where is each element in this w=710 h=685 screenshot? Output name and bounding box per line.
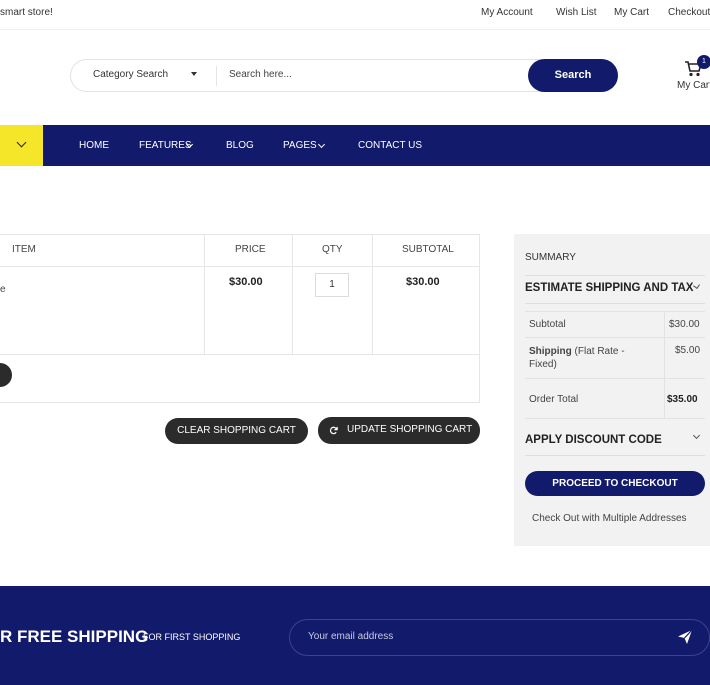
column-header-item: ITEM: [12, 244, 36, 255]
update-cart-label: UPDATE SHOPPING CART: [347, 424, 473, 435]
cart-table: [0, 234, 480, 403]
item-subtotal: $30.00: [406, 276, 440, 288]
my-account-link[interactable]: My Account: [481, 7, 533, 18]
subtotal-value: $30.00: [669, 319, 700, 330]
send-icon[interactable]: [677, 629, 693, 645]
discount-code-heading[interactable]: APPLY DISCOUNT CODE: [525, 434, 662, 446]
top-bar: [0, 0, 710, 30]
free-shipping-heading: R FREE SHIPPING: [0, 627, 149, 646]
column-divider: [372, 234, 373, 355]
table-row-divider: [0, 354, 480, 355]
chevron-down-icon: [191, 72, 197, 76]
totals-divider: [525, 418, 705, 419]
search-input[interactable]: Search here...: [229, 69, 292, 80]
category-select[interactable]: Category Search: [93, 69, 168, 80]
proceed-to-checkout-button[interactable]: PROCEED TO CHECKOUT: [525, 471, 705, 496]
search-divider: [216, 66, 217, 86]
shipping-label: Shipping (Flat Rate - Fixed): [529, 345, 639, 371]
column-header-qty: QTY: [322, 244, 343, 255]
order-summary: [514, 234, 710, 546]
clear-cart-button[interactable]: CLEAR SHOPPING CART: [165, 418, 308, 444]
nav-pages[interactable]: PAGES: [283, 140, 317, 151]
order-total-label: Order Total: [529, 394, 579, 405]
wish-list-link[interactable]: Wish List: [556, 7, 597, 18]
nav-home[interactable]: HOME: [79, 140, 109, 151]
nav-blog[interactable]: BLOG: [226, 140, 254, 151]
item-price: $30.00: [229, 276, 263, 288]
totals-divider: [525, 337, 705, 338]
item-name[interactable]: e: [0, 284, 6, 295]
table-header-divider: [0, 266, 480, 267]
email-placeholder: Your email address: [308, 631, 394, 642]
column-divider: [292, 234, 293, 355]
summary-divider: [525, 303, 705, 304]
refresh-icon: [329, 426, 338, 435]
multiple-addresses-link[interactable]: Check Out with Multiple Addresses: [532, 513, 687, 524]
search-button[interactable]: Search: [528, 59, 618, 92]
shipping-value: $5.00: [675, 345, 701, 356]
totals-divider: [525, 311, 705, 312]
shipping-title: Shipping: [529, 346, 572, 357]
checkout-link[interactable]: Checkout: [668, 7, 710, 18]
free-shipping-subtext: FOR FIRST SHOPPING: [143, 632, 241, 642]
subtotal-label: Subtotal: [529, 319, 566, 330]
summary-title: SUMMARY: [525, 252, 576, 263]
my-cart-link[interactable]: My Cart: [614, 7, 649, 18]
estimate-shipping-heading[interactable]: ESTIMATE SHIPPING AND TAX: [525, 282, 693, 294]
cart-label[interactable]: My Cart: [677, 80, 710, 91]
summary-divider: [525, 455, 705, 456]
totals-column-divider: [664, 311, 665, 418]
summary-divider: [525, 275, 705, 276]
cart-count-badge: 1: [697, 55, 710, 69]
nav-features[interactable]: FEATURES: [139, 140, 192, 151]
welcome-text: smart store!: [0, 7, 53, 18]
column-header-subtotal: SUBTOTAL: [402, 244, 454, 255]
column-divider: [204, 234, 205, 355]
column-header-price: PRICE: [235, 244, 266, 255]
update-cart-button[interactable]: UPDATE SHOPPING CART: [318, 417, 480, 444]
totals-divider: [525, 378, 705, 379]
nav-contact-us[interactable]: CONTACT US: [358, 140, 422, 151]
quantity-input[interactable]: 1: [315, 273, 349, 297]
order-total-value: $35.00: [667, 394, 698, 405]
